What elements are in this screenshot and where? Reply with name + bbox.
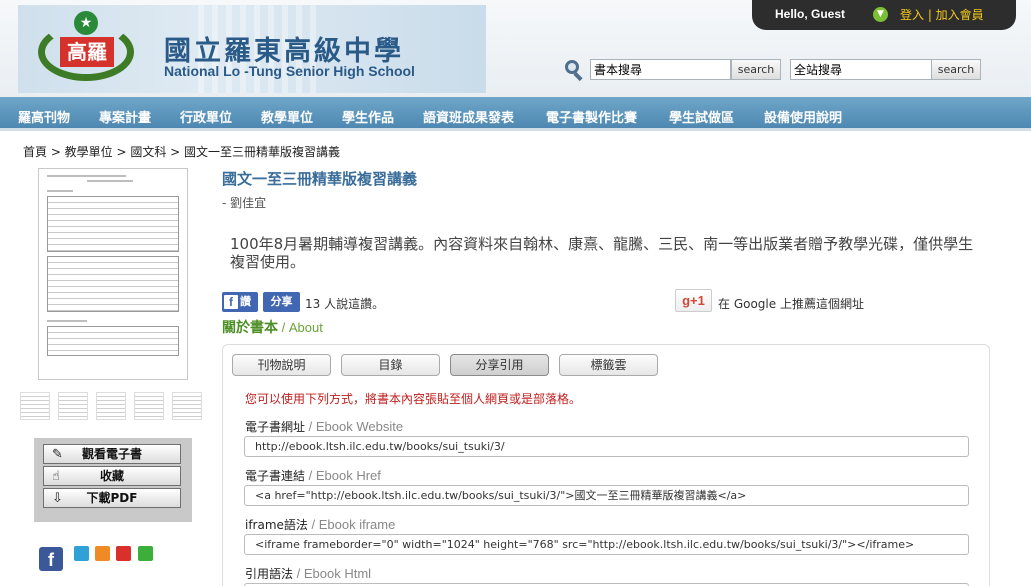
tab-tags[interactable]: 標籤雲 <box>559 354 658 376</box>
breadcrumb[interactable]: 首頁 > 教學單位 > 國文科 > 國文一至三冊精華版複習講義 <box>23 143 340 160</box>
nav-item-ebook-contest[interactable]: 電子書製作比賽 <box>546 107 637 126</box>
gplus-text: 在 Google 上推薦這個網址 <box>718 297 864 311</box>
main-nav: 羅高刊物 專案計畫 行政單位 教學單位 學生作品 語資班成果發表 電子書製作比賽… <box>0 97 1031 131</box>
about-heading: 關於書本 / About <box>222 317 323 337</box>
tab-share[interactable]: 分享引用 <box>450 354 549 376</box>
view-ebook-label: 觀看電子書 <box>81 447 142 461</box>
chevron-down-icon[interactable]: ▼ <box>873 7 888 22</box>
download-pdf-button[interactable]: ⇩ 下載PDF <box>43 488 181 508</box>
book-title: 國文一至三冊精華版複習講義 <box>222 170 418 188</box>
tab-contents[interactable]: 目錄 <box>341 354 440 376</box>
ebook-href-field[interactable]: <a href="http://ebook.ltsh.ilc.edu.tw/bo… <box>244 485 969 506</box>
school-emblem-icon: ★ 高羅 <box>32 11 140 87</box>
fb-share-button[interactable]: 分享 <box>263 292 300 312</box>
star-icon: ★ <box>74 11 98 35</box>
nav-item-equipment-guide[interactable]: 設備使用說明 <box>764 107 842 126</box>
pen-icon: ✎ <box>52 447 63 462</box>
greeting-text: Hello, Guest <box>775 7 846 21</box>
site-search-input[interactable] <box>790 59 932 80</box>
download-icon: ⇩ <box>52 491 63 506</box>
about-label-en: / About <box>278 320 323 335</box>
fb-like-label: 讚 <box>240 295 251 308</box>
book-author: - 劉佳宜 <box>222 196 267 210</box>
book-cover[interactable] <box>38 168 188 380</box>
ebook-iframe-label: iframe語法 / Ebook iframe <box>245 517 396 532</box>
share-panel: 刊物說明 目錄 分享引用 標籤雲 您可以使用下列方式，將書本內容張貼至個人網頁或… <box>222 344 990 586</box>
book-search-input[interactable] <box>590 59 731 80</box>
emblem-text: 高羅 <box>60 37 114 67</box>
gplus-button[interactable]: g+1 <box>675 289 712 312</box>
collect-label: 收藏 <box>99 469 124 483</box>
search-icon <box>563 59 585 82</box>
nav-item-trial-area[interactable]: 學生試做區 <box>669 107 734 126</box>
nav-item-student-works[interactable]: 學生作品 <box>342 107 394 126</box>
tab-description[interactable]: 刊物說明 <box>232 354 331 376</box>
site-search: search <box>790 59 982 81</box>
hand-icon: ☝ <box>52 469 60 484</box>
page-thumbnail[interactable] <box>134 392 164 420</box>
page-thumbnails <box>20 392 202 420</box>
facebook-icon: f <box>224 295 238 309</box>
page-thumbnail[interactable] <box>96 392 126 420</box>
site-search-button[interactable]: search <box>931 59 981 80</box>
page-thumbnail[interactable] <box>20 392 50 420</box>
view-ebook-button[interactable]: ✎ 觀看電子書 <box>43 444 181 464</box>
collect-button[interactable]: ☝ 收藏 <box>43 466 181 486</box>
download-pdf-label: 下載PDF <box>86 491 138 505</box>
ebook-href-label: 電子書連結 / Ebook Href <box>245 468 381 483</box>
facebook-icon[interactable]: f <box>39 547 63 571</box>
nav-item-language-class[interactable]: 語資班成果發表 <box>423 107 514 126</box>
share-notice: 您可以使用下列方式，將書本內容張貼至個人網頁或是部落格。 <box>245 392 582 406</box>
about-label: 關於書本 <box>222 320 278 336</box>
add-share-icon[interactable] <box>138 546 153 561</box>
like-count: 13 人說這讚。 <box>305 297 385 311</box>
school-banner[interactable]: ★ 高羅 國立羅東高級中學 National Lo -Tung Senior H… <box>18 5 486 93</box>
site-header: ★ 高羅 國立羅東高級中學 National Lo -Tung Senior H… <box>0 0 1031 97</box>
user-bar: Hello, Guest ▼ 登入 | 加入會員 <box>752 0 1016 30</box>
ebook-website-label: 電子書網址 / Ebook Website <box>245 419 404 434</box>
book-search-button[interactable]: search <box>731 59 781 80</box>
plurk-icon[interactable] <box>95 546 110 561</box>
nav-item-projects[interactable]: 專案計畫 <box>99 107 151 126</box>
share-row: f讚 分享 13 人說這讚。 g+1 在 Google 上推薦這個網址 <box>222 289 982 312</box>
book-description: 100年8月暑期輔導複習講義。內容資料來自翰林、康熹、龍騰、三民、南一等出版業者… <box>230 235 974 271</box>
fb-like-button[interactable]: f讚 <box>222 292 258 312</box>
login-register-link[interactable]: 登入 | 加入會員 <box>900 6 984 23</box>
school-name-en: National Lo -Tung Senior High School <box>164 63 415 79</box>
book-actions: ✎ 觀看電子書 ☝ 收藏 ⇩ 下載PDF <box>34 438 192 522</box>
gmail-icon[interactable] <box>116 546 131 561</box>
page-thumbnail[interactable] <box>172 392 202 420</box>
nav-item-teaching[interactable]: 教學單位 <box>261 107 313 126</box>
page-thumbnail[interactable] <box>58 392 88 420</box>
nav-item-admin[interactable]: 行政單位 <box>180 107 232 126</box>
bookmark-icon[interactable] <box>74 546 89 561</box>
social-share-icons: f <box>34 540 192 582</box>
ebook-website-field[interactable]: http://ebook.ltsh.ilc.edu.tw/books/sui_t… <box>244 436 969 457</box>
nav-item-publications[interactable]: 羅高刊物 <box>18 107 70 126</box>
ebook-iframe-field[interactable]: <iframe frameborder="0" width="1024" hei… <box>244 534 969 555</box>
ebook-html-label: 引用語法 / Ebook Html <box>245 566 372 581</box>
book-search: search <box>590 59 782 81</box>
